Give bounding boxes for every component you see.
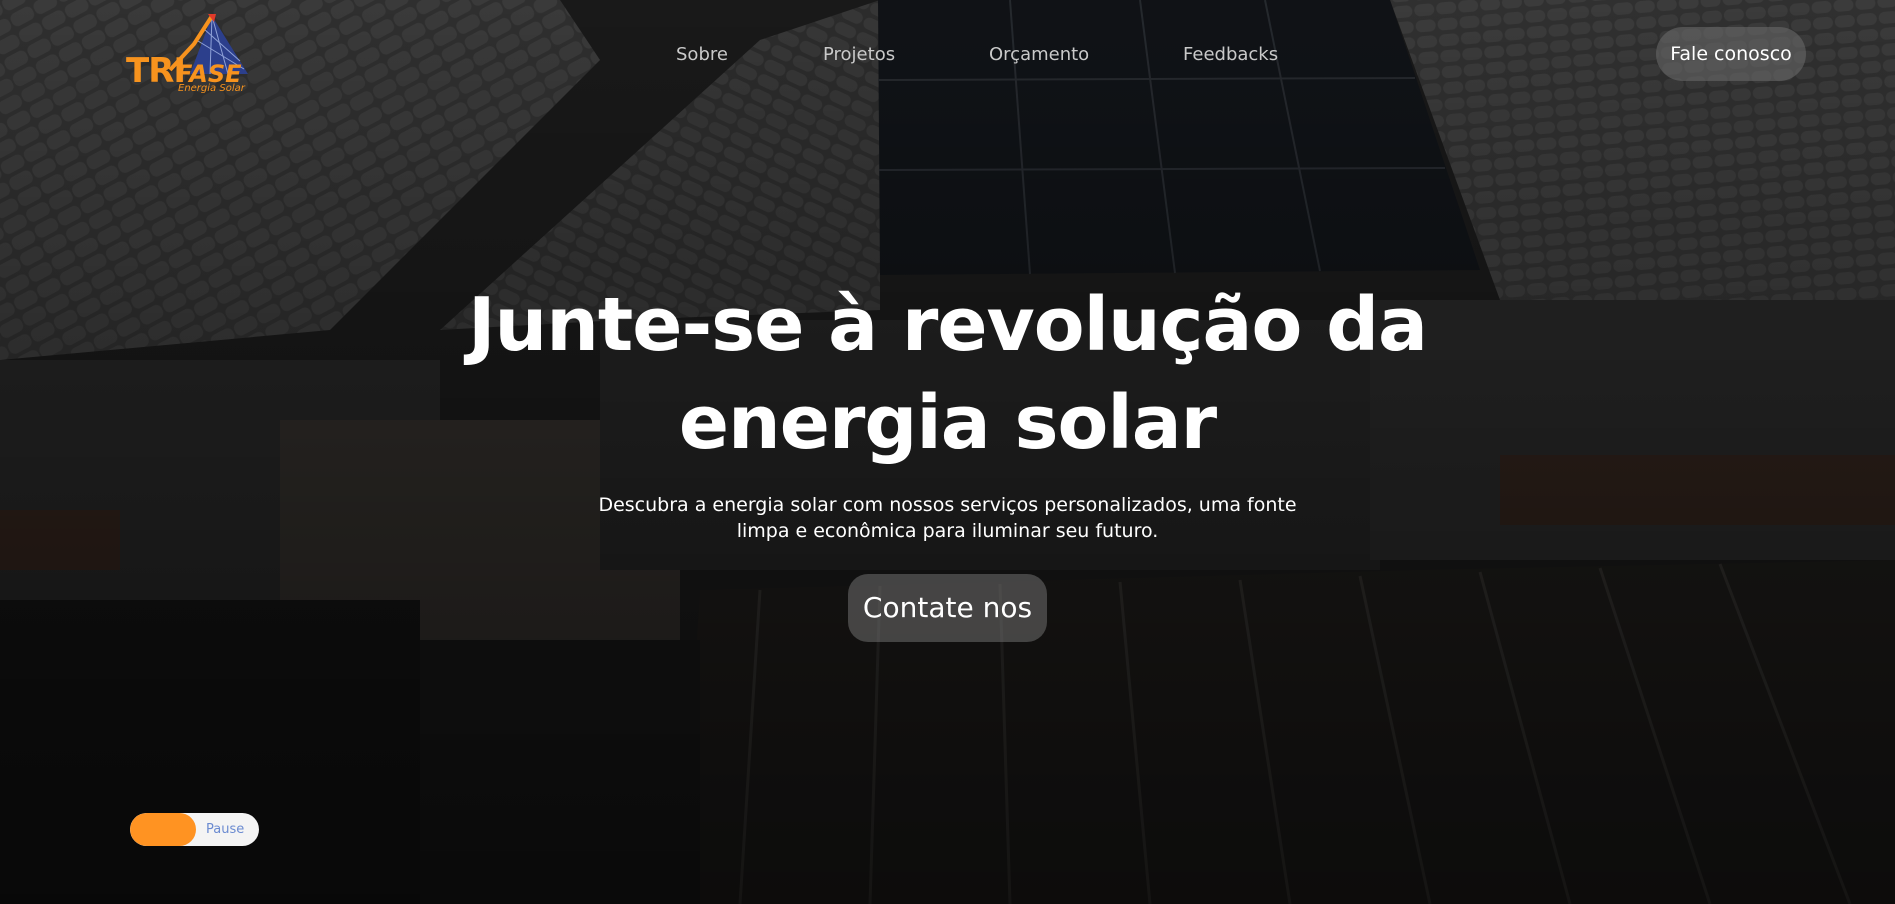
nav-item-feedbacks[interactable]: Feedbacks: [1183, 40, 1278, 70]
hero-section: Junte-se à revolução da energia solar De…: [0, 276, 1895, 642]
main-nav: Sobre Projetos Orçamento Feedbacks: [0, 40, 1895, 70]
logo-tagline: Energia Solar: [178, 83, 245, 94]
nav-item-orcamento[interactable]: Orçamento: [989, 40, 1089, 70]
video-pause-toggle[interactable]: Pause: [130, 813, 259, 846]
hero-subtitle: Descubra a energia solar com nossos serv…: [598, 494, 1297, 542]
nav-item-projetos[interactable]: Projetos: [823, 40, 895, 70]
contate-nos-button[interactable]: Contate nos: [848, 574, 1047, 642]
nav-item-sobre[interactable]: Sobre: [676, 40, 728, 70]
hero-title: Junte-se à revolução da energia solar: [468, 282, 1428, 466]
pause-label: Pause: [206, 822, 245, 837]
fale-conosco-button[interactable]: Fale conosco: [1656, 27, 1806, 81]
toggle-knob: [130, 813, 196, 846]
site-header: TRI FASE Energia Solar Sobre Projetos Or…: [0, 0, 1895, 110]
landing-page: TRI FASE Energia Solar Sobre Projetos Or…: [0, 0, 1895, 904]
